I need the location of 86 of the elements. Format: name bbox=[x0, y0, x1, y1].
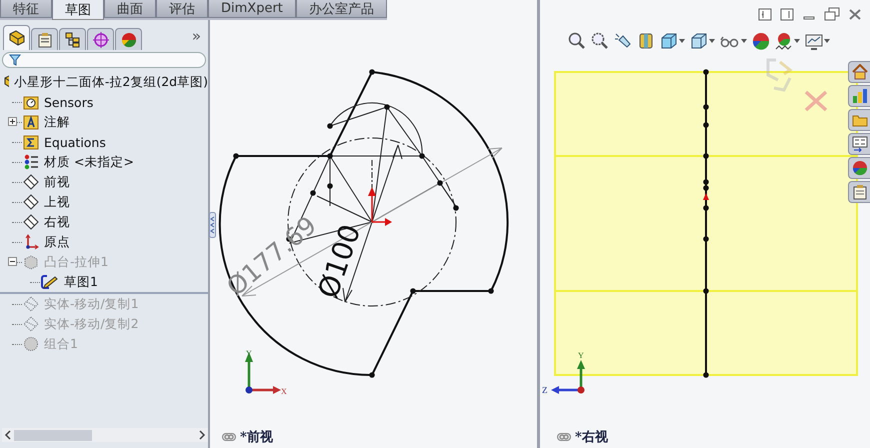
color-ball-icon[interactable] bbox=[752, 32, 770, 50]
axis-label: Y bbox=[246, 349, 252, 358]
color-ball-icon bbox=[120, 32, 138, 48]
flashlight-icon[interactable] bbox=[614, 32, 632, 50]
tree-item[interactable]: 材质 <未指定> bbox=[44, 154, 134, 170]
part-icon bbox=[8, 30, 26, 46]
plane-icon bbox=[23, 174, 39, 190]
tree-item[interactable]: 上视 bbox=[44, 194, 70, 210]
link-icon bbox=[222, 433, 236, 441]
extrude-icon bbox=[23, 254, 39, 270]
axis-triad-icon bbox=[245, 352, 281, 394]
tree-item[interactable]: 草图1 bbox=[64, 274, 98, 290]
command-tab[interactable]: 草图 bbox=[52, 0, 104, 20]
filter-field[interactable] bbox=[2, 52, 206, 68]
sensor-folder-icon bbox=[23, 94, 39, 110]
clipboard-icon bbox=[36, 32, 54, 48]
tree-item[interactable]: 右视 bbox=[44, 214, 70, 230]
task-pane-tab[interactable] bbox=[848, 133, 870, 155]
manager-tab[interactable] bbox=[3, 25, 30, 50]
crosshair-icon bbox=[92, 32, 110, 48]
more-tabs-chevron[interactable]: » bbox=[192, 27, 205, 45]
restore-icon[interactable] bbox=[824, 7, 840, 21]
dropdown-arrow-icon[interactable] bbox=[794, 39, 800, 43]
tree-item[interactable]: Equations bbox=[44, 134, 106, 150]
task-pane-tab[interactable] bbox=[848, 181, 870, 203]
section-view-icon[interactable] bbox=[637, 32, 655, 50]
material-icon bbox=[23, 154, 39, 170]
color-ball-icon bbox=[852, 160, 868, 176]
panel-collapse-handle[interactable] bbox=[209, 212, 216, 238]
tree-item[interactable]: 注解 bbox=[44, 114, 70, 130]
task-pane-tab[interactable] bbox=[848, 157, 870, 179]
dropdown-arrow-icon[interactable] bbox=[824, 39, 830, 43]
tree-item[interactable]: Sensors bbox=[44, 94, 94, 110]
tree-item[interactable]: 原点 bbox=[44, 234, 70, 250]
part-icon bbox=[3, 74, 9, 90]
dropdown-arrow-icon[interactable] bbox=[741, 39, 747, 43]
tile-right-icon[interactable] bbox=[780, 8, 794, 20]
origin-arrows-icon bbox=[368, 187, 392, 226]
cube-icon[interactable] bbox=[660, 32, 678, 50]
task-pane-tab[interactable] bbox=[848, 85, 870, 107]
dropdown-arrow-icon[interactable] bbox=[709, 39, 715, 43]
command-tab[interactable]: 特征 bbox=[0, 0, 52, 18]
task-pane-tab[interactable] bbox=[848, 61, 870, 83]
origin-icon bbox=[23, 234, 39, 250]
house-icon bbox=[852, 64, 868, 80]
sigma-folder-icon bbox=[23, 134, 39, 150]
move-body-icon bbox=[23, 316, 39, 332]
command-tab[interactable]: 办公室产品 bbox=[296, 0, 387, 18]
view-name: *右视 bbox=[575, 429, 608, 446]
axis-label: Z bbox=[542, 385, 548, 395]
close-icon[interactable] bbox=[848, 8, 862, 20]
manager-tab[interactable] bbox=[31, 28, 58, 50]
sketch-pencil-icon bbox=[41, 274, 59, 290]
plane-icon bbox=[23, 194, 39, 210]
command-tab[interactable]: DimXpert bbox=[208, 0, 296, 18]
zoom-area-icon[interactable] bbox=[591, 32, 609, 50]
cube-icon[interactable] bbox=[690, 32, 708, 50]
combine-icon bbox=[23, 336, 39, 352]
link-icon bbox=[557, 433, 571, 441]
clipboard-icon bbox=[852, 184, 868, 200]
view-name: *前视 bbox=[240, 429, 273, 446]
scene-icon[interactable] bbox=[775, 32, 793, 50]
monitor-icon[interactable] bbox=[805, 32, 823, 50]
expand-toggle[interactable] bbox=[8, 257, 17, 266]
manager-tab[interactable] bbox=[59, 28, 86, 50]
dropdown-arrow-icon[interactable] bbox=[679, 39, 685, 43]
command-tab[interactable]: 评估 bbox=[156, 0, 208, 18]
command-tab[interactable]: 曲面 bbox=[104, 0, 156, 18]
filter-icon bbox=[9, 54, 21, 66]
scroll-left-icon[interactable] bbox=[4, 430, 12, 440]
bar-chart-icon bbox=[852, 88, 868, 104]
scroll-right-icon[interactable] bbox=[198, 430, 206, 440]
axis-triad-icon bbox=[551, 360, 585, 394]
expand-toggle[interactable] bbox=[8, 117, 17, 126]
hierarchy-icon bbox=[64, 32, 82, 48]
zoom-fit-icon[interactable] bbox=[568, 32, 586, 50]
form-icon bbox=[852, 136, 868, 152]
tree-item[interactable]: 前视 bbox=[44, 174, 70, 190]
horizontal-scrollbar[interactable] bbox=[2, 428, 208, 442]
axis-label: Y bbox=[578, 351, 584, 360]
move-body-icon bbox=[23, 296, 39, 312]
axis-label: X bbox=[281, 387, 287, 396]
tile-left-icon[interactable] bbox=[758, 8, 772, 20]
tree-item[interactable]: 小星形十二面体-拉2复组(2d草图) bbox=[14, 74, 208, 90]
annotation-folder-icon bbox=[23, 114, 39, 130]
plane-icon bbox=[23, 214, 39, 230]
